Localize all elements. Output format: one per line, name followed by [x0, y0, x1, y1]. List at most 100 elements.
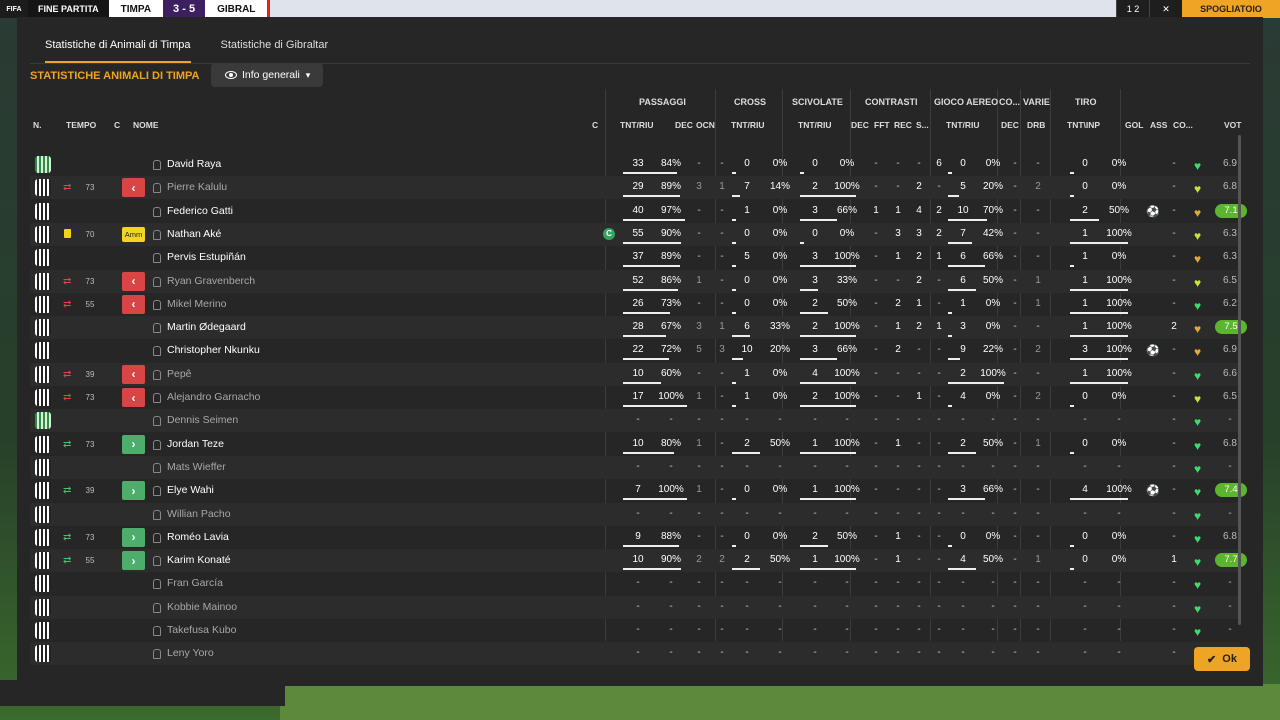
- player-name[interactable]: Kobbie Mainoo: [167, 601, 237, 613]
- view-dropdown[interactable]: Info generali ▾: [211, 63, 323, 87]
- table-row[interactable]: ⇄ 55 ‹ Mikel Merino 26 73% - -0 0% 2 50% -2 1-1 0% -1 1…: [30, 293, 1240, 316]
- top-right-box[interactable]: 1 2: [1116, 0, 1149, 18]
- col-gol[interactable]: GOL: [1125, 120, 1143, 130]
- table-row[interactable]: Leny Yoro-------------------♥-: [30, 642, 1240, 666]
- col-con-rec[interactable]: REC: [894, 120, 912, 130]
- col-varie-drb[interactable]: DRB: [1027, 120, 1045, 130]
- table-row[interactable]: ⇄ 39 › Elye Wahi 7 100% 1-0 0% 1 100% - - - -3 66% - -4 1…: [30, 479, 1247, 502]
- tab-home-stats[interactable]: Statistiche di Animali di Timpa: [45, 39, 191, 63]
- table-row[interactable]: Christopher Nkunku 22 72% 5 3 10 20% 3 66% - 2 - - 9 2…: [30, 339, 1240, 362]
- player-name[interactable]: Willian Pacho: [167, 508, 231, 520]
- col-number[interactable]: N.: [33, 120, 42, 130]
- player-name[interactable]: Dennis Seimen: [167, 414, 238, 426]
- col-sciv-tnt[interactable]: TNT/RIU: [798, 120, 832, 130]
- tackle-cdec: -: [874, 274, 878, 286]
- col-pass-tnt[interactable]: TNT/RIU: [620, 120, 654, 130]
- player-name[interactable]: Jordan Teze: [167, 438, 224, 450]
- tackle-cfft: -: [896, 507, 900, 519]
- assists: -: [1172, 367, 1176, 379]
- table-row[interactable]: Fran García - - - - - - - - - - - - - - - - - - - ♥ -: [30, 572, 1240, 595]
- player-name[interactable]: Alejandro Garnacho: [167, 391, 260, 403]
- col-aereo-tnt[interactable]: TNT/RIU: [946, 120, 980, 130]
- table-row[interactable]: Takefusa Kubo - - - - - - - - - - - - - - - - - - - ♥ -: [30, 619, 1240, 642]
- subbed-on-icon: ›: [122, 527, 145, 547]
- col-ass[interactable]: ASS: [1150, 120, 1167, 130]
- pass-accuracy: 86%: [660, 274, 681, 286]
- player-name[interactable]: Leny Yoro: [167, 647, 214, 659]
- player-name[interactable]: Federico Gatti: [167, 205, 233, 217]
- col-co-dec[interactable]: DEC: [1001, 120, 1019, 130]
- player-name[interactable]: David Raya: [167, 158, 221, 170]
- table-row[interactable]: ⇄ 73 › Jordan Teze 10 80% 1-2 50% 1 100% -1- -2 50% -…: [30, 433, 1240, 456]
- table-row[interactable]: ⇄ 73 › Roméo Lavia 9 88% - -0 0% 2 50% -1- -0 0% - -0 0%…: [30, 526, 1240, 549]
- sciv-accuracy: 100%: [834, 367, 860, 379]
- player-name[interactable]: Elye Wahi: [167, 484, 214, 496]
- table-row[interactable]: 70 Amm Nathan Aké C 55 90% - -0 0% 0 0% -3 3 2 7 42% - -1…: [30, 222, 1240, 246]
- cross-accuracy: -: [778, 577, 782, 589]
- assists: -: [1172, 484, 1176, 496]
- player-name[interactable]: Pepê: [167, 368, 192, 380]
- player-name[interactable]: Nathan Aké: [167, 228, 221, 240]
- table-row[interactable]: Dennis Seimen - - - - - - - - - - - - - - - - - - - ♥ -: [30, 409, 1240, 433]
- dressing-room-button[interactable]: SPOGLIATOIO: [1182, 0, 1280, 18]
- player-name[interactable]: Ryan Gravenberch: [167, 275, 255, 287]
- table-row[interactable]: ⇄ 55 › Karim Konaté 10 90% 2 2 2 50% 1 100% -1- -4 50%…: [30, 549, 1247, 573]
- col-name[interactable]: NOME: [133, 120, 159, 130]
- player-name[interactable]: Roméo Lavia: [167, 531, 229, 543]
- table-row[interactable]: ⇄ 73 ‹ Pierre Kalulu 29 89% 3 1 7 14% 2 100% - -2-5 20…: [30, 176, 1240, 200]
- player-rating: 7.1: [1215, 203, 1247, 218]
- pass-chances: 3: [719, 344, 725, 356]
- col-tempo[interactable]: TEMPO: [66, 120, 96, 130]
- player-name[interactable]: Pierre Kalulu: [167, 181, 227, 193]
- person-icon: [153, 393, 161, 403]
- player-name[interactable]: Takefusa Kubo: [167, 624, 236, 636]
- tackle-crec: -: [917, 484, 921, 496]
- tab-away-stats[interactable]: Statistiche di Gibraltar: [221, 39, 329, 63]
- close-icon[interactable]: ✕: [1149, 0, 1182, 18]
- col-pass-dec[interactable]: DEC: [675, 120, 693, 130]
- table-row[interactable]: Willian Pacho - - - - - - - - - - - - - - - - - - - ♥ -: [30, 502, 1240, 526]
- player-name[interactable]: Martin Ødegaard: [167, 321, 246, 333]
- dribbles: -: [1036, 321, 1040, 333]
- player-name[interactable]: Mats Wieffer: [167, 461, 226, 473]
- sciv-accuracy-bar: [800, 195, 856, 198]
- col-captain[interactable]: C: [592, 120, 598, 130]
- ok-button[interactable]: ✔ Ok: [1194, 647, 1250, 671]
- col-card[interactable]: C: [114, 120, 120, 130]
- table-row[interactable]: Pervis Estupiñán 37 89% - -5 0% 3 100% -1 2 1 6 66% -…: [30, 246, 1240, 269]
- col-co2[interactable]: CO...: [1173, 120, 1193, 130]
- tackle-cdec: -: [874, 484, 878, 496]
- col-con-dec[interactable]: DEC: [851, 120, 869, 130]
- pass-decisive: -: [697, 600, 701, 612]
- co-decisive: -: [1013, 344, 1017, 356]
- tackle-cfft: 2: [895, 297, 901, 309]
- pass-accuracy-bar: [623, 288, 678, 291]
- table-row[interactable]: Federico Gatti 40 97% - -1 0% 3 66% 1 1 4 2 10 70% - -2…: [30, 200, 1247, 223]
- col-con-fft[interactable]: FFT: [874, 120, 890, 130]
- table-row[interactable]: ⇄ 39 ‹ Pepê 10 60% - -1 0% 4 100% - - - -2 100% - -1 100% -…: [30, 362, 1240, 386]
- dribbles: 1: [1035, 554, 1041, 566]
- minutes-played: 39: [85, 369, 95, 379]
- table-row[interactable]: David Raya 33 84% - - 0 0% 0 0% - - - 6 0 0% - - 0 0% - ♥ 6.9: [30, 153, 1240, 176]
- table-row[interactable]: Martin Ødegaard 28 67% 3 1 6 33% 2 100% -1 2 1 3 0% - -…: [30, 316, 1247, 340]
- player-name[interactable]: Fran García: [167, 577, 223, 589]
- cross-accuracy-bar: [732, 405, 736, 407]
- col-pass-ocn[interactable]: OCN: [696, 120, 715, 130]
- table-row[interactable]: Kobbie Mainoo - - - - - - - - - - - - - - - - - - - ♥ -: [30, 595, 1240, 619]
- tackle-crec: -: [917, 554, 921, 566]
- cross-accuracy: 0%: [772, 251, 788, 263]
- col-cross-tnt[interactable]: TNT/RIU: [731, 120, 765, 130]
- table-row[interactable]: ⇄ 73 ‹ Ryan Gravenberch 52 86% 1 - 0 0% 3 33% - - 2 - 6 5…: [30, 269, 1240, 293]
- kit-icon: [35, 552, 51, 570]
- table-row[interactable]: ⇄ 73 ‹ Alejandro Garnacho 17 100% 1-1 0% 2 100% - -…: [30, 386, 1240, 409]
- col-tiro[interactable]: TNT\INP: [1067, 120, 1100, 130]
- col-vot[interactable]: VOT: [1224, 120, 1241, 130]
- player-name[interactable]: Mikel Merino: [167, 298, 227, 310]
- table-scrollbar[interactable]: [1238, 135, 1241, 625]
- col-con-s[interactable]: S...: [916, 120, 929, 130]
- player-name[interactable]: Pervis Estupiñán: [167, 251, 246, 263]
- co-decisive: -: [1013, 460, 1017, 472]
- player-name[interactable]: Christopher Nkunku: [167, 344, 260, 356]
- player-name[interactable]: Karim Konaté: [167, 554, 231, 566]
- table-row[interactable]: Mats Wieffer - - - - - - - - - - - - - - - - - - - ♥ -: [30, 455, 1240, 479]
